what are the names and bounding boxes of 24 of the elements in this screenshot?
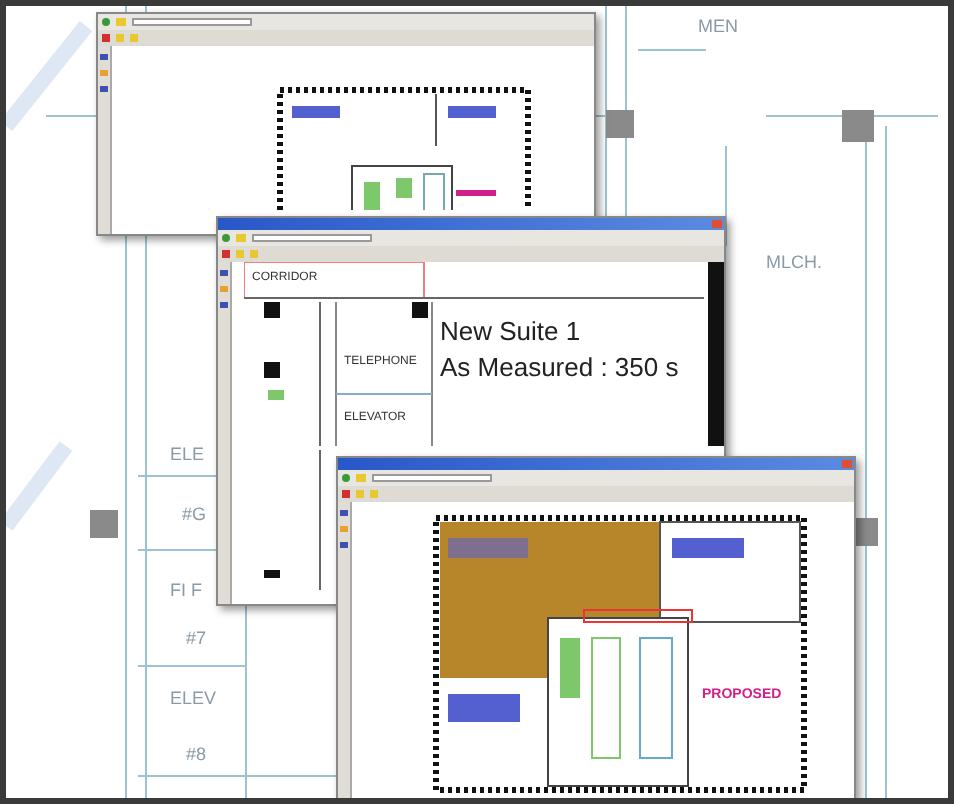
room-label: ELEV bbox=[170, 686, 217, 712]
address-field[interactable] bbox=[372, 474, 492, 482]
plan-label: As Measured : 350 s bbox=[440, 350, 679, 384]
tool-icon[interactable] bbox=[100, 70, 108, 76]
room-label: #7 bbox=[186, 626, 207, 652]
tool-icon[interactable] bbox=[220, 302, 228, 308]
room-label: ELE bbox=[170, 442, 205, 468]
tool-icon[interactable] bbox=[100, 54, 108, 60]
room-label: FI F bbox=[170, 578, 202, 604]
room-label: MEN bbox=[698, 14, 738, 40]
tool-icon[interactable] bbox=[340, 526, 348, 532]
close-icon[interactable] bbox=[842, 460, 852, 468]
close-icon[interactable] bbox=[712, 220, 722, 228]
tool-icon[interactable] bbox=[220, 286, 228, 292]
room-label: MLCH. bbox=[766, 250, 823, 276]
tool-icon[interactable] bbox=[340, 542, 348, 548]
tool-icon[interactable] bbox=[100, 86, 108, 92]
room-label: #G bbox=[182, 502, 207, 528]
tool-icon[interactable] bbox=[340, 510, 348, 516]
plan-label: New Suite 1 bbox=[440, 314, 581, 348]
address-field[interactable] bbox=[132, 18, 252, 26]
address-field[interactable] bbox=[252, 234, 372, 242]
tool-icon[interactable] bbox=[220, 270, 228, 276]
room-label: #8 bbox=[186, 742, 207, 768]
